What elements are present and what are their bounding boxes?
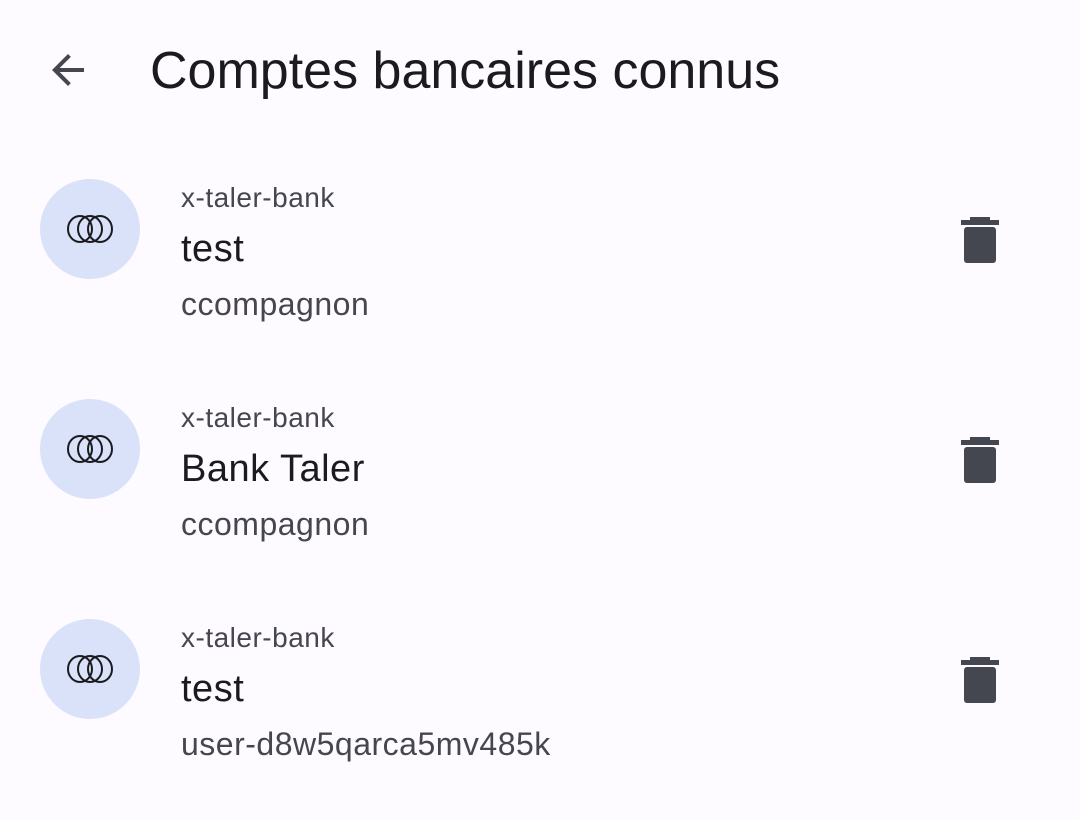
account-name: test (181, 228, 245, 270)
account-name: test (181, 668, 245, 710)
avatar (40, 399, 140, 499)
account-type: x-taler-bank (181, 622, 335, 653)
top-app-bar: Comptes bancaires connus (0, 0, 1080, 140)
list-item[interactable]: x-taler-bank test user-d8w5qarca5mv485k (0, 600, 1080, 820)
taler-rings-icon (67, 655, 113, 683)
list-item[interactable]: x-taler-bank test ccompagnon (0, 160, 1080, 380)
account-type: x-taler-bank (181, 182, 335, 213)
account-user: ccompagnon (181, 506, 370, 542)
trash-icon (961, 657, 999, 703)
account-user: ccompagnon (181, 286, 370, 322)
delete-button[interactable] (944, 420, 1016, 500)
list-item[interactable]: x-taler-bank Bank Taler ccompagnon (0, 380, 1080, 600)
back-button[interactable] (30, 32, 106, 108)
page-title: Comptes bancaires connus (150, 42, 781, 100)
avatar (40, 619, 140, 719)
avatar (40, 179, 140, 279)
taler-rings-icon (67, 435, 113, 463)
trash-icon (961, 217, 999, 263)
taler-rings-icon (67, 215, 113, 243)
delete-button[interactable] (944, 640, 1016, 720)
account-type: x-taler-bank (181, 402, 335, 433)
account-user: user-d8w5qarca5mv485k (181, 726, 551, 762)
account-name: Bank Taler (181, 448, 365, 490)
trash-icon (961, 437, 999, 483)
delete-button[interactable] (944, 200, 1016, 280)
arrow-back-icon (52, 54, 84, 86)
